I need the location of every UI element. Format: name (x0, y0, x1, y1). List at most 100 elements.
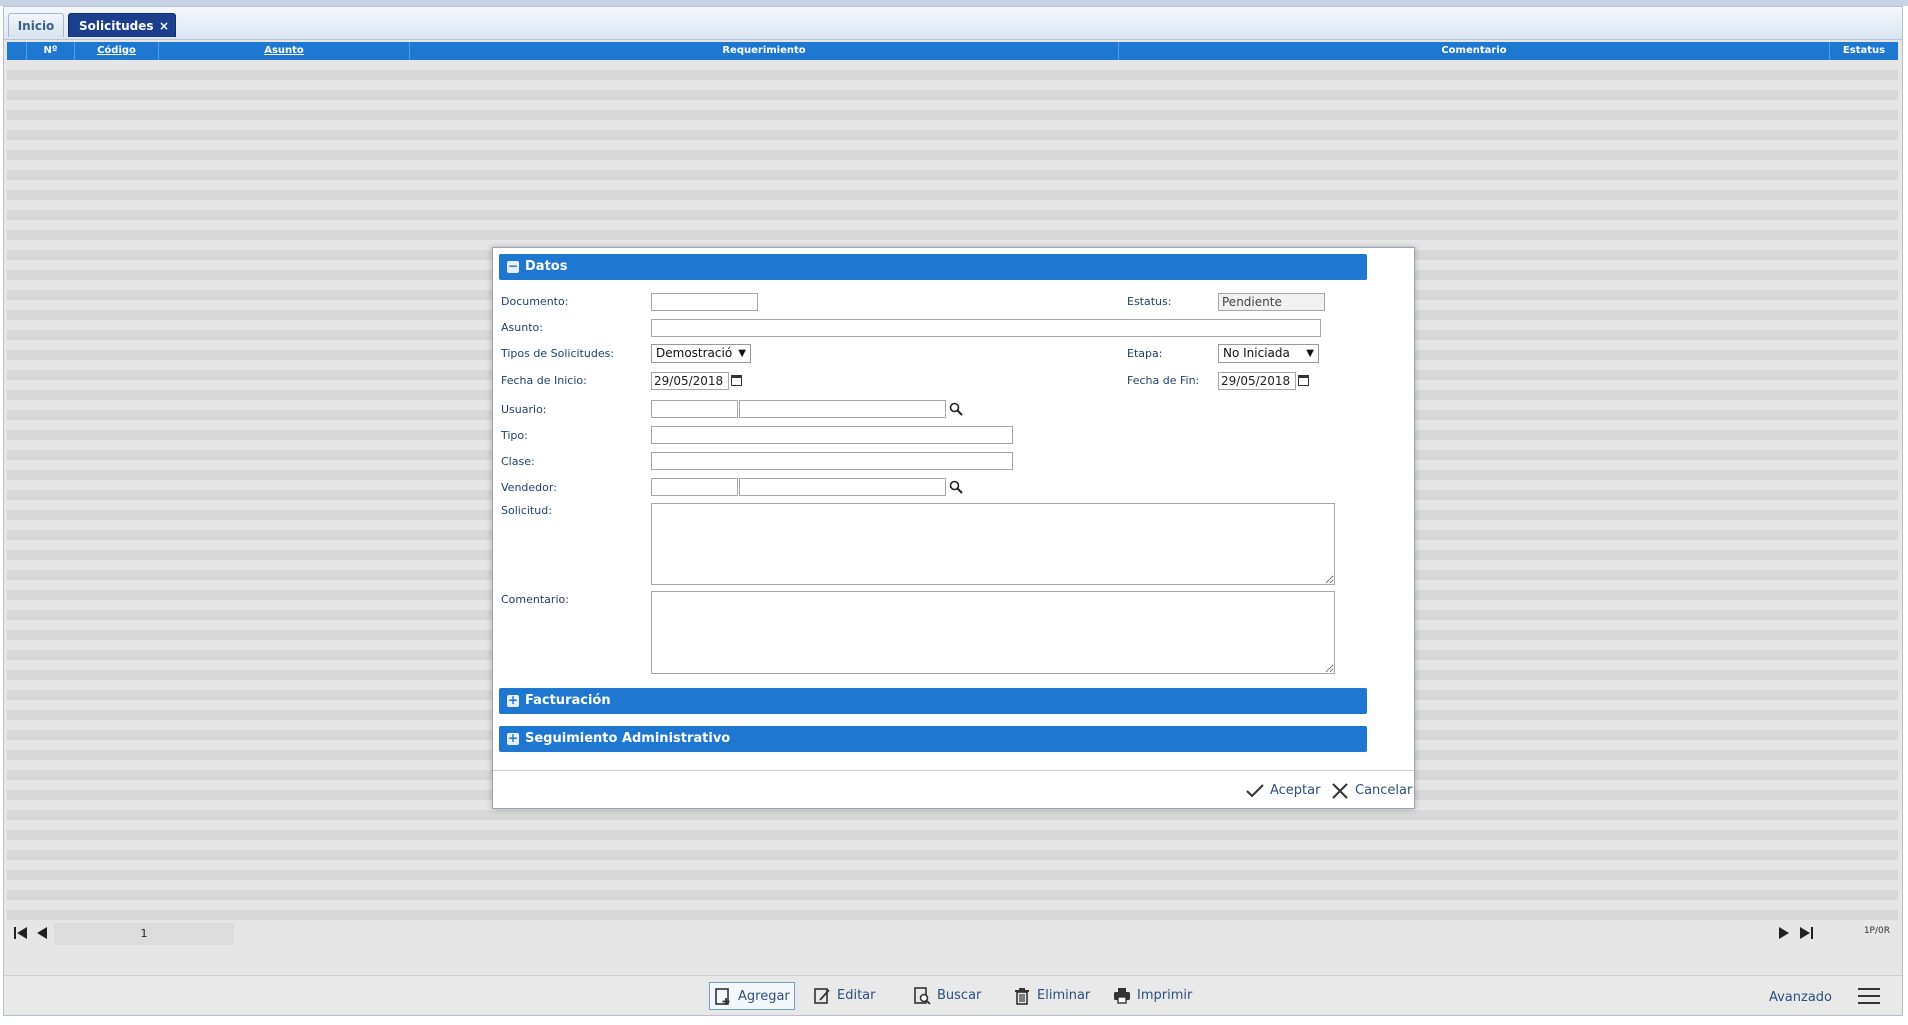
section-seguimiento[interactable]: + Seguimiento Administrativo (499, 726, 1367, 752)
solicitud-label: Solicitud: (501, 504, 552, 517)
cancel-label: Cancelar (1355, 783, 1413, 798)
section-datos[interactable]: − Datos (499, 254, 1367, 280)
expand-icon[interactable]: + (507, 732, 519, 745)
search-document-icon (914, 987, 931, 1005)
column-header-number[interactable]: Nº (27, 42, 75, 60)
tipos-solicitudes-label: Tipos de Solicitudes: (501, 347, 615, 360)
grid-row-stripe (7, 210, 1898, 220)
fecha-fin-field[interactable]: 29/05/2018 (1218, 372, 1296, 390)
tab-bar: Inicio Solicitudes × (4, 7, 1902, 40)
dialog-footer: Aceptar Cancelar (493, 770, 1414, 809)
usuario-label: Usuario: (501, 403, 547, 416)
tipos-solicitudes-value: Demostració (656, 346, 733, 360)
trash-icon (1015, 988, 1029, 1005)
chevron-down-icon: ▼ (1306, 348, 1314, 359)
collapse-icon[interactable]: − (507, 260, 519, 273)
estatus-field[interactable]: Pendiente (1218, 293, 1325, 311)
asunto-field[interactable] (651, 319, 1321, 337)
search-icon[interactable] (949, 402, 963, 416)
comentario-label: Comentario: (501, 593, 569, 606)
grid-row-stripe (7, 850, 1898, 860)
tipos-solicitudes-select[interactable]: Demostració ▼ (651, 344, 751, 363)
clase-label: Clase: (501, 455, 535, 468)
grid-row-stripe (7, 70, 1898, 80)
edit-icon (814, 988, 830, 1004)
printer-icon (1114, 988, 1130, 1004)
vendedor-label: Vendedor: (501, 481, 557, 494)
grid-row-stripe (7, 890, 1898, 900)
clase-field[interactable] (651, 452, 1013, 470)
advanced-link[interactable]: Avanzado (1769, 990, 1832, 1005)
usuario-name-field[interactable] (739, 400, 946, 418)
search-button[interactable]: Buscar (909, 982, 993, 1010)
column-header-comentario[interactable]: Comentario (1119, 42, 1830, 60)
bottom-toolbar: Agregar Editar Buscar Eliminar Imprimir … (4, 975, 1902, 1014)
tab-solicitudes[interactable]: Solicitudes × (68, 13, 176, 37)
grid-row-stripe (7, 230, 1898, 240)
column-selector (7, 42, 27, 60)
delete-button[interactable]: Eliminar (1009, 982, 1099, 1010)
add-label: Agregar (738, 989, 790, 1004)
grid-row-stripe (7, 190, 1898, 200)
tipo-label: Tipo: (501, 429, 528, 442)
print-label: Imprimir (1137, 988, 1193, 1003)
fecha-inicio-label: Fecha de Inicio: (501, 374, 587, 387)
close-icon[interactable]: × (159, 14, 169, 38)
chevron-down-icon: ▼ (738, 348, 746, 359)
section-seguimiento-title: Seguimiento Administrativo (525, 731, 731, 746)
fecha-fin-label: Fecha de Fin: (1127, 374, 1200, 387)
page-number[interactable]: 1 (54, 923, 234, 945)
delete-label: Eliminar (1037, 988, 1091, 1003)
record-count: 1P/0R (1863, 926, 1890, 936)
search-icon[interactable] (949, 480, 963, 494)
estatus-label: Estatus: (1127, 295, 1172, 308)
print-button[interactable]: Imprimir (1109, 982, 1205, 1010)
edit-label: Editar (837, 988, 876, 1003)
calendar-icon[interactable] (731, 375, 742, 386)
first-page-icon[interactable] (13, 925, 29, 941)
tab-label: Solicitudes (79, 19, 154, 33)
calendar-icon[interactable] (1298, 375, 1309, 386)
etapa-select[interactable]: No Iniciada ▼ (1218, 344, 1319, 363)
previous-page-icon[interactable] (35, 925, 49, 941)
grid-row-stripe (7, 110, 1898, 120)
grid-row-stripe (7, 870, 1898, 880)
grid-row-stripe (7, 130, 1898, 140)
add-button[interactable]: Agregar (709, 982, 795, 1010)
etapa-value: No Iniciada (1223, 346, 1290, 360)
search-label: Buscar (937, 988, 982, 1003)
documento-field[interactable] (651, 293, 758, 311)
section-facturacion[interactable]: + Facturación (499, 688, 1367, 714)
grid-header: Nº Código Asunto Requerimiento Comentari… (7, 42, 1898, 60)
solicitud-dialog: − Datos Documento: Estatus: Pendiente As… (492, 247, 1415, 809)
edit-button[interactable]: Editar (809, 982, 889, 1010)
vendedor-code-field[interactable] (651, 478, 738, 496)
last-page-icon[interactable] (1798, 925, 1814, 941)
vendedor-name-field[interactable] (739, 478, 946, 496)
grid-row-stripe (7, 810, 1898, 820)
cancel-button[interactable]: Cancelar (1331, 783, 1413, 799)
accept-label: Aceptar (1270, 783, 1321, 798)
section-datos-title: Datos (525, 259, 568, 274)
etapa-label: Etapa: (1127, 347, 1163, 360)
grid-row-stripe (7, 90, 1898, 100)
pager: 1 1P/0R (7, 921, 1898, 947)
usuario-code-field[interactable] (651, 400, 738, 418)
solicitud-textarea[interactable] (651, 503, 1335, 585)
grid-row-stripe (7, 150, 1898, 160)
tab-inicio[interactable]: Inicio (8, 13, 64, 37)
accept-button[interactable]: Aceptar (1246, 783, 1320, 798)
expand-icon[interactable]: + (507, 694, 519, 707)
grid-row-stripe (7, 170, 1898, 180)
column-header-asunto[interactable]: Asunto (159, 42, 410, 60)
comentario-textarea[interactable] (651, 591, 1335, 674)
close-icon (1332, 783, 1348, 799)
menu-icon[interactable] (1858, 988, 1880, 1004)
grid-row-stripe (7, 830, 1898, 840)
column-header-requerimiento[interactable]: Requerimiento (410, 42, 1119, 60)
tipo-field[interactable] (651, 426, 1013, 444)
column-header-estatus[interactable]: Estatus (1830, 42, 1898, 60)
fecha-inicio-field[interactable]: 29/05/2018 (651, 372, 729, 390)
next-page-icon[interactable] (1777, 925, 1791, 941)
column-header-codigo[interactable]: Código (75, 42, 159, 60)
